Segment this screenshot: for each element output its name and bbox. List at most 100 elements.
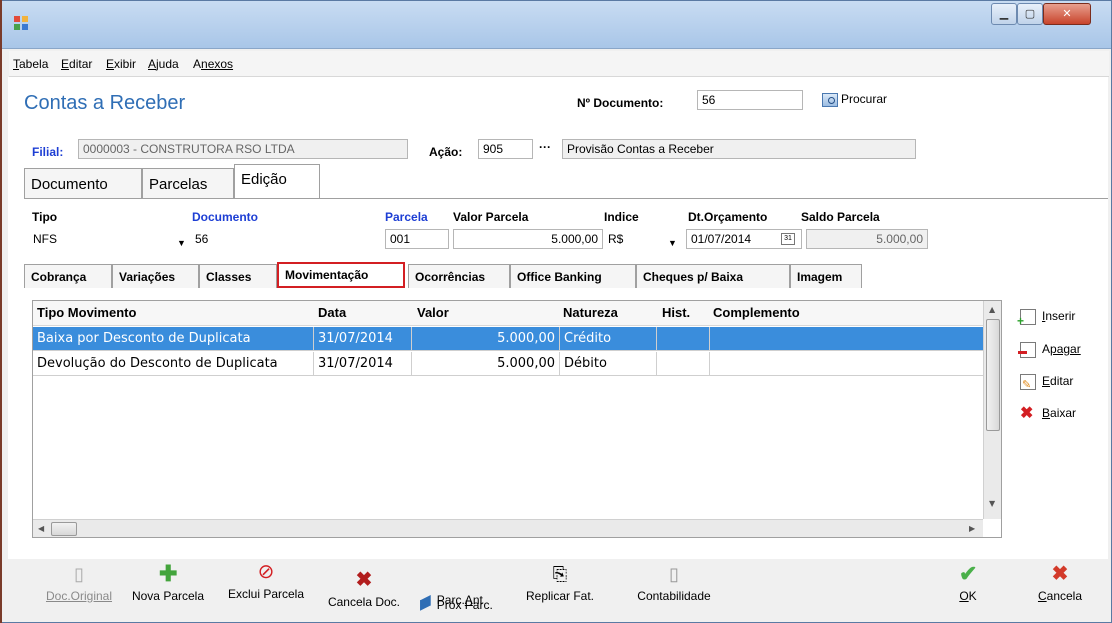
plus-icon: ✚ bbox=[159, 561, 178, 586]
cell-natureza: Débito bbox=[560, 352, 657, 376]
nova-parcela-button[interactable]: ✚ Nova Parcela bbox=[122, 561, 214, 604]
x-icon: ✖ bbox=[355, 569, 373, 591]
col-complemento[interactable]: Complemento bbox=[713, 305, 800, 320]
tipo-label: Tipo bbox=[32, 210, 58, 224]
indice-label: Indice bbox=[604, 210, 639, 224]
insert-icon: + bbox=[1017, 308, 1036, 327]
prohibited-icon: ⊘ bbox=[257, 561, 275, 583]
cell-data: 31/07/2014 bbox=[314, 327, 412, 351]
prox-parc-link[interactable]: ▶ Próx Parc. bbox=[420, 596, 520, 613]
cell-valor: 5.000,00 bbox=[412, 327, 560, 351]
calendar-icon[interactable]: 31 bbox=[781, 233, 795, 245]
cell-tipo: Devolução do Desconto de Duplicata bbox=[33, 352, 314, 376]
vertical-scrollbar[interactable]: ▲ ▼ bbox=[983, 301, 1001, 519]
minimize-button[interactable]: ▁ bbox=[991, 3, 1017, 25]
procurar-button[interactable]: Procurar bbox=[822, 92, 887, 107]
horizontal-scrollbar[interactable]: ◀ ▶ bbox=[33, 519, 983, 537]
scroll-thumb[interactable] bbox=[986, 319, 1000, 431]
acao-description: Provisão Contas a Receber bbox=[562, 139, 916, 159]
tipo-select[interactable]: NFS ▼ bbox=[28, 229, 188, 249]
menu-editar[interactable]: Editar bbox=[61, 57, 92, 71]
documento-label: Documento bbox=[192, 210, 258, 224]
num-doc-input[interactable]: 56 bbox=[697, 90, 803, 110]
edit-icon: ✎ bbox=[1020, 373, 1036, 390]
col-data[interactable]: Data bbox=[318, 305, 346, 320]
num-doc-label: Nº Documento: bbox=[577, 96, 664, 110]
tab-movimentacao[interactable]: Movimentação bbox=[277, 262, 405, 288]
copy-documents-icon: ⎘ bbox=[552, 564, 568, 584]
chevron-down-icon: ▼ bbox=[668, 238, 677, 248]
tab-cheques-baixa[interactable]: Cheques p/ Baixa bbox=[636, 264, 790, 288]
tab-documento[interactable]: Documento bbox=[24, 168, 142, 199]
x-icon: ✖ bbox=[1020, 404, 1034, 422]
tab-edicao[interactable]: Edição bbox=[234, 164, 320, 199]
col-tipo-movimento[interactable]: Tipo Movimento bbox=[37, 305, 136, 320]
menu-anexos[interactable]: Anexos bbox=[193, 57, 233, 71]
table-row[interactable]: Baixa por Desconto de Duplicata 31/07/20… bbox=[33, 327, 983, 351]
scroll-thumb[interactable] bbox=[51, 522, 77, 536]
x-icon: ✖ bbox=[1051, 563, 1069, 585]
cell-complemento bbox=[710, 352, 983, 376]
ledger-icon: ▯ bbox=[669, 564, 679, 584]
exclui-parcela-button[interactable]: ⊘ Exclui Parcela bbox=[220, 561, 312, 601]
documento-input[interactable]: 56 bbox=[190, 229, 382, 249]
cancela-button[interactable]: ✖ Cancela bbox=[1030, 563, 1090, 603]
cancela-doc-button[interactable]: ✖ Cancela Doc. bbox=[318, 569, 410, 609]
tab-office-banking[interactable]: Office Banking bbox=[510, 264, 636, 288]
apagar-button[interactable]: Apagar bbox=[1018, 339, 1081, 359]
grid-header: Tipo Movimento Data Valor Natureza Hist.… bbox=[33, 301, 983, 326]
tab-variacoes[interactable]: Variações bbox=[112, 264, 199, 288]
tab-cobranca[interactable]: Cobrança bbox=[24, 264, 112, 288]
check-icon: ✔ bbox=[959, 561, 978, 586]
col-natureza[interactable]: Natureza bbox=[563, 305, 618, 320]
tab-divider bbox=[24, 198, 1108, 199]
baixar-button[interactable]: ✖ Baixar bbox=[1020, 403, 1076, 423]
menu-bar: Tabela Editar Exibir Ajuda Anexos bbox=[9, 51, 1109, 77]
movimentacao-grid[interactable]: Tipo Movimento Data Valor Natureza Hist.… bbox=[32, 300, 1002, 538]
scroll-left-icon[interactable]: ◀ bbox=[38, 524, 44, 533]
indice-select[interactable]: R$ ▼ bbox=[603, 229, 683, 249]
col-valor[interactable]: Valor bbox=[417, 305, 449, 320]
document-icon: ▯ bbox=[74, 564, 84, 584]
acao-label: Ação: bbox=[429, 145, 463, 159]
editar-button[interactable]: ✎ Editar bbox=[1020, 371, 1073, 391]
close-button[interactable]: ✕ bbox=[1043, 3, 1091, 25]
acao-lookup-button[interactable]: ··· bbox=[539, 140, 551, 154]
ok-button[interactable]: ✔ OK bbox=[950, 561, 986, 604]
table-row[interactable]: Devolução do Desconto de Duplicata 31/07… bbox=[33, 352, 983, 376]
tab-classes[interactable]: Classes bbox=[199, 264, 277, 288]
app-icon bbox=[14, 16, 28, 30]
filial-select[interactable]: 0000003 - CONSTRUTORA RSO LTDA bbox=[78, 139, 408, 159]
valor-parcela-input[interactable]: 5.000,00 bbox=[453, 229, 603, 249]
cell-tipo: Baixa por Desconto de Duplicata bbox=[33, 327, 314, 351]
contabilidade-button[interactable]: ▯ Contabilidade bbox=[624, 565, 724, 603]
acao-input[interactable]: 905 bbox=[478, 139, 533, 159]
menu-ajuda[interactable]: Ajuda bbox=[148, 57, 179, 71]
maximize-button[interactable]: ▢ bbox=[1017, 3, 1043, 25]
replicar-fat-button[interactable]: ⎘ Replicar Fat. bbox=[520, 565, 600, 603]
page-title: Contas a Receber bbox=[24, 92, 186, 114]
cell-hist bbox=[657, 352, 710, 376]
doc-original-button[interactable]: ▯ Doc.Original bbox=[34, 565, 124, 603]
saldo-parcela-label: Saldo Parcela bbox=[801, 210, 880, 224]
window-edge bbox=[0, 0, 2, 623]
scroll-right-icon[interactable]: ▶ bbox=[969, 524, 975, 533]
scroll-down-icon[interactable]: ▼ bbox=[989, 499, 995, 508]
cell-valor: 5.000,00 bbox=[412, 352, 560, 376]
inserir-button[interactable]: + Inserir bbox=[1017, 306, 1075, 327]
cell-natureza: Crédito bbox=[560, 327, 657, 351]
dt-orcamento-label: Dt.Orçamento bbox=[688, 210, 768, 224]
cell-data: 31/07/2014 bbox=[314, 352, 412, 376]
scroll-up-icon[interactable]: ▲ bbox=[989, 305, 995, 314]
parcela-input[interactable]: 001 bbox=[385, 229, 449, 249]
menu-tabela[interactable]: Tabela bbox=[13, 57, 48, 71]
col-hist[interactable]: Hist. bbox=[662, 305, 690, 320]
title-bar: ▁ ▢ ✕ bbox=[1, 1, 1111, 49]
menu-exibir[interactable]: Exibir bbox=[106, 57, 136, 71]
valor-parcela-label: Valor Parcela bbox=[453, 210, 529, 224]
tab-parcelas[interactable]: Parcelas bbox=[142, 168, 234, 199]
filial-label: Filial: bbox=[32, 145, 64, 159]
dt-orcamento-input[interactable]: 01/07/2014 31 bbox=[686, 229, 802, 249]
tab-imagem[interactable]: Imagem bbox=[790, 264, 862, 288]
tab-ocorrencias[interactable]: Ocorrências bbox=[408, 264, 510, 288]
